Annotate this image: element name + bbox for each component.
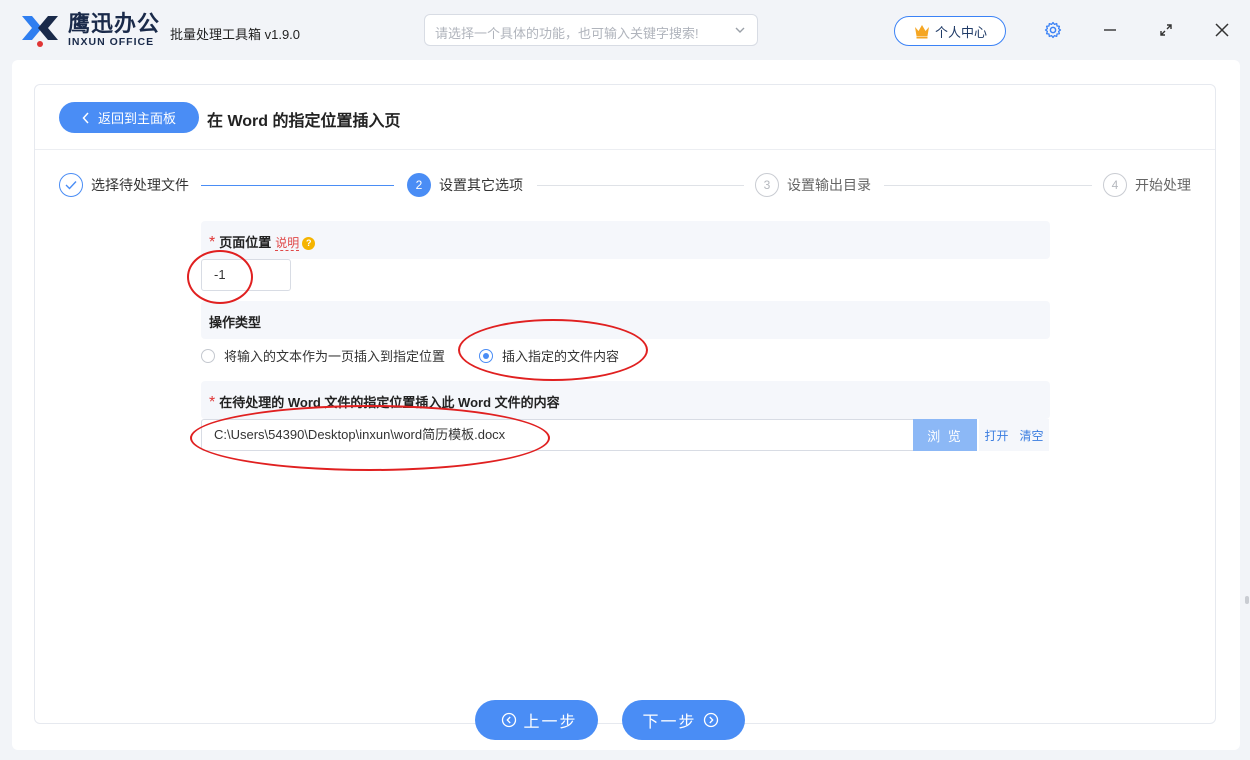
radio-label: 将输入的文本作为一页插入到指定位置: [224, 349, 446, 364]
chevron-down-icon[interactable]: [733, 23, 747, 37]
file-actions: 打开 清空: [979, 419, 1049, 451]
required-mark: *: [209, 394, 216, 411]
help-link[interactable]: 说明: [275, 236, 300, 251]
operation-type-label: 操作类型: [209, 315, 262, 330]
page-title: 在 Word 的指定位置插入页: [207, 113, 401, 130]
step-number: 4: [1103, 173, 1127, 197]
step-label: 设置其它选项: [439, 177, 523, 193]
step-label: 设置输出目录: [787, 177, 871, 193]
radio-button[interactable]: [201, 348, 215, 363]
insert-file-label: 在待处理的 Word 文件的指定位置插入此 Word 文件的内容: [219, 395, 560, 410]
divider: [35, 149, 1215, 150]
page-position-input[interactable]: -1: [201, 259, 291, 291]
page-position-label: 页面位置: [219, 235, 272, 250]
logo-name: 鹰迅办公: [68, 10, 161, 36]
radio-button[interactable]: [479, 348, 493, 363]
insert-file-header: * 在待处理的 Word 文件的指定位置插入此 Word 文件的内容: [201, 381, 1050, 419]
operation-type-header: 操作类型: [201, 301, 1050, 339]
page-position-header: * 页面位置 说明?: [201, 221, 1050, 259]
browse-button[interactable]: 浏 览: [913, 419, 977, 451]
maximize-icon[interactable]: [1156, 20, 1176, 40]
clear-link[interactable]: 清空: [1019, 427, 1043, 444]
circle-chevron-left-icon: [502, 712, 517, 728]
back-button-label: 返回到主面板: [97, 111, 176, 126]
user-center-label: 个人中心: [934, 24, 987, 40]
step-connector: [201, 185, 394, 186]
file-path-input[interactable]: C:\Users\54390\Desktop\inxun\word简历模板.do…: [201, 419, 913, 451]
radio-label: 插入指定的文件内容: [502, 349, 620, 364]
step-label: 开始处理: [1135, 177, 1191, 193]
check-icon: [59, 173, 83, 197]
minimize-icon[interactable]: [1100, 20, 1120, 40]
step-select-files: 选择待处理文件: [59, 173, 189, 197]
back-to-main-button[interactable]: 返回到主面板: [59, 102, 199, 133]
logo-mark-icon: [18, 12, 62, 48]
step-number: 2: [407, 173, 431, 197]
user-center-button[interactable]: 个人中心: [894, 16, 1006, 46]
title-bar: 鹰迅办公 INXUN OFFICE 批量处理工具箱 v1.9.0 请选择一个具体…: [0, 0, 1250, 60]
step-connector: [537, 185, 744, 186]
next-step-label: 下一步: [642, 714, 697, 731]
scrollbar-handle[interactable]: [1245, 596, 1249, 604]
step-output-dir: 3 设置输出目录: [755, 173, 871, 197]
step-start: 4 开始处理: [1103, 173, 1191, 197]
prev-step-button[interactable]: 上一步: [475, 700, 598, 740]
radio-insert-text[interactable]: 将输入的文本作为一页插入到指定位置: [201, 346, 445, 365]
step-number: 3: [755, 173, 779, 197]
chevron-left-icon: [82, 111, 89, 124]
search-placeholder: 请选择一个具体的功能，也可输入关键字搜索!: [435, 26, 699, 41]
prev-step-label: 上一步: [523, 714, 578, 731]
search-input[interactable]: 请选择一个具体的功能，也可输入关键字搜索!: [424, 14, 758, 46]
app-name: 批量处理工具箱 v1.9.0: [170, 27, 301, 42]
app-logo: 鹰迅办公 INXUN OFFICE: [18, 12, 160, 48]
settings-gear-icon[interactable]: [1043, 20, 1063, 40]
step-other-options: 2 设置其它选项: [407, 173, 523, 197]
circle-chevron-right-icon: [703, 712, 718, 728]
logo-subtitle: INXUN OFFICE: [68, 35, 155, 48]
step-connector: [884, 185, 1092, 186]
open-link[interactable]: 打开: [984, 427, 1008, 444]
required-mark: *: [209, 234, 216, 251]
question-icon[interactable]: ?: [302, 237, 316, 250]
step-label: 选择待处理文件: [91, 177, 189, 193]
next-step-button[interactable]: 下一步: [622, 700, 745, 740]
radio-insert-file[interactable]: 插入指定的文件内容: [479, 346, 619, 365]
close-icon[interactable]: [1212, 20, 1232, 40]
crown-icon: [914, 25, 929, 39]
